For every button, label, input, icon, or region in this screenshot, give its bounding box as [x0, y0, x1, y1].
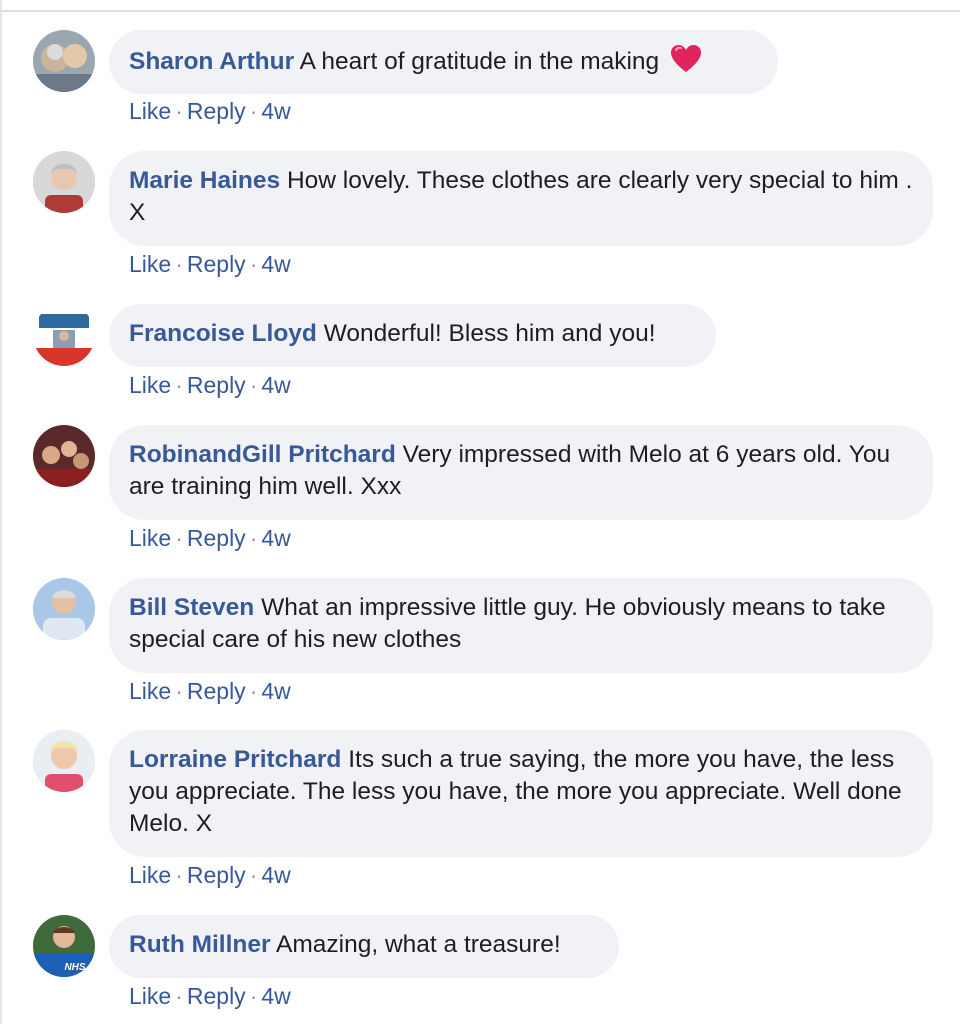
- comment-text: Amazing, what a treasure!: [276, 931, 561, 958]
- comment-text: A heart of gratitude in the making: [299, 48, 660, 75]
- separator: ·: [175, 251, 183, 277]
- like-link[interactable]: Like: [129, 251, 171, 277]
- separator: ·: [175, 372, 183, 398]
- separator: ·: [249, 678, 258, 704]
- comment-author[interactable]: Bill Steven: [129, 594, 254, 621]
- left-border: [0, 0, 2, 1024]
- nhs-badge: NHS: [64, 962, 85, 973]
- comment-bubble: Bill Steven What an impressive little gu…: [109, 578, 933, 673]
- like-link[interactable]: Like: [129, 372, 171, 398]
- separator: ·: [249, 525, 258, 551]
- reply-link[interactable]: Reply: [187, 98, 246, 124]
- reply-link[interactable]: Reply: [187, 372, 246, 398]
- timestamp[interactable]: 4w: [261, 983, 290, 1009]
- comment-bubble: Marie Haines How lovely. These clothes a…: [109, 151, 933, 246]
- comment-bubble: Lorraine Pritchard Its such a true sayin…: [109, 730, 933, 857]
- comment-actions: Like · Reply · 4w: [129, 371, 291, 399]
- comment-bubble: Ruth Millner Amazing, what a treasure!: [109, 915, 619, 978]
- comment-author[interactable]: Francoise Lloyd: [129, 320, 317, 347]
- reply-link[interactable]: Reply: [187, 251, 246, 277]
- separator: ·: [249, 862, 258, 888]
- timestamp[interactable]: 4w: [261, 525, 290, 551]
- comment-author[interactable]: Sharon Arthur: [129, 48, 294, 75]
- separator: ·: [249, 98, 258, 124]
- reply-link[interactable]: Reply: [187, 983, 246, 1009]
- avatar[interactable]: [33, 578, 95, 640]
- comment-actions: Like · Reply · 4w: [129, 97, 291, 125]
- avatar[interactable]: [33, 425, 95, 487]
- timestamp[interactable]: 4w: [261, 372, 290, 398]
- timestamp[interactable]: 4w: [261, 98, 290, 124]
- comment-author[interactable]: Lorraine Pritchard: [129, 746, 341, 773]
- top-divider: [0, 10, 960, 12]
- comment-text: Wonderful! Bless him and you!: [323, 320, 656, 347]
- heart-icon: [671, 45, 701, 72]
- like-link[interactable]: Like: [129, 678, 171, 704]
- like-link[interactable]: Like: [129, 862, 171, 888]
- comment-actions: Like · Reply · 4w: [129, 982, 291, 1010]
- reply-link[interactable]: Reply: [187, 862, 246, 888]
- avatar[interactable]: [33, 304, 95, 366]
- separator: ·: [249, 251, 258, 277]
- reply-link[interactable]: Reply: [187, 525, 246, 551]
- comment-bubble: Francoise Lloyd Wonderful! Bless him and…: [109, 304, 716, 367]
- avatar[interactable]: [33, 730, 95, 792]
- timestamp[interactable]: 4w: [261, 678, 290, 704]
- separator: ·: [175, 98, 183, 124]
- comment-author[interactable]: Ruth Millner: [129, 931, 271, 958]
- timestamp[interactable]: 4w: [261, 862, 290, 888]
- comment-actions: Like · Reply · 4w: [129, 861, 291, 889]
- comment-actions: Like · Reply · 4w: [129, 677, 291, 705]
- comment-actions: Like · Reply · 4w: [129, 524, 291, 552]
- separator: ·: [175, 678, 183, 704]
- avatar[interactable]: [33, 151, 95, 213]
- separator: ·: [175, 525, 183, 551]
- comment-author[interactable]: RobinandGill Pritchard: [129, 441, 396, 468]
- like-link[interactable]: Like: [129, 525, 171, 551]
- reply-link[interactable]: Reply: [187, 678, 246, 704]
- separator: ·: [175, 983, 183, 1009]
- comment-author[interactable]: Marie Haines: [129, 167, 280, 194]
- timestamp[interactable]: 4w: [261, 251, 290, 277]
- separator: ·: [249, 372, 258, 398]
- separator: ·: [249, 983, 258, 1009]
- like-link[interactable]: Like: [129, 983, 171, 1009]
- separator: ·: [175, 862, 183, 888]
- avatar[interactable]: NHS: [33, 915, 95, 977]
- comment-bubble: Sharon Arthur A heart of gratitude in th…: [109, 30, 778, 94]
- comment-bubble: RobinandGill Pritchard Very impressed wi…: [109, 425, 933, 520]
- comment-actions: Like · Reply · 4w: [129, 250, 291, 278]
- avatar[interactable]: [33, 30, 95, 92]
- like-link[interactable]: Like: [129, 98, 171, 124]
